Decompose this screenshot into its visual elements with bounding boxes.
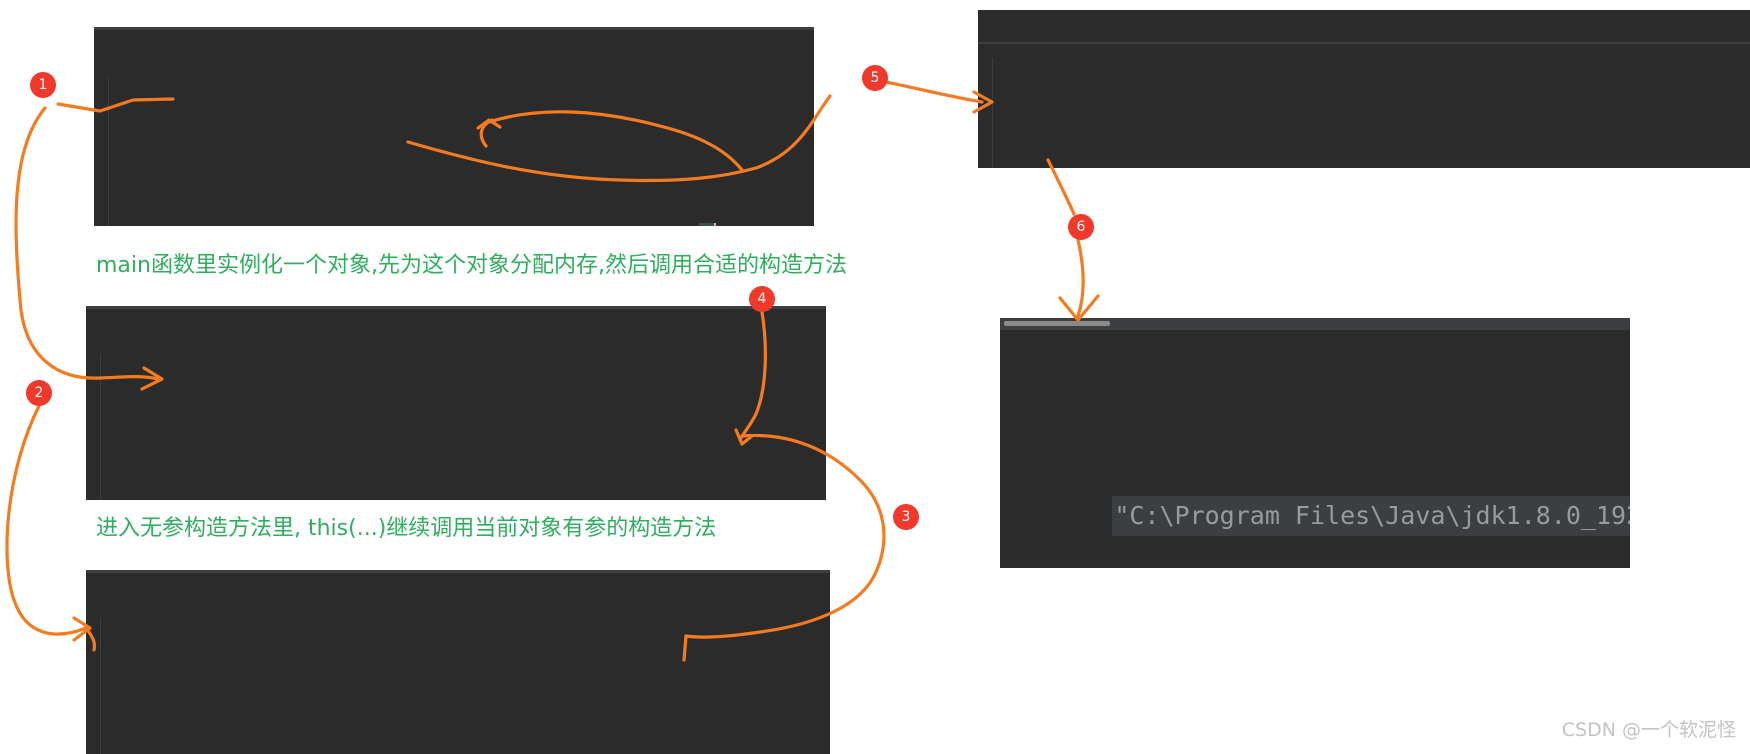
indent-guide	[100, 354, 101, 500]
indent-guide	[100, 618, 101, 754]
code-token: {	[699, 223, 715, 226]
step-badge-2: 2	[26, 380, 52, 406]
arrow-6-upper	[1046, 158, 1076, 216]
editor-top-strip	[86, 570, 830, 573]
step-badge-5: 5	[862, 65, 888, 91]
arrow-6-lower	[1076, 238, 1085, 318]
code-lines-no-arg-constructor: public Date() { this(year: 2022, month: …	[104, 494, 826, 500]
code-token	[714, 223, 717, 226]
annotation-note-1: main函数里实例化一个对象,先为这个对象分配内存,然后调用合适的构造方法	[96, 253, 847, 278]
code-token: void	[323, 223, 398, 226]
arrow-2	[5, 402, 88, 636]
code-token: public	[112, 223, 217, 226]
run-console-panel[interactable]: "C:\Program Files\Java\jdk1.8.0_192\ 不带参…	[1000, 318, 1630, 568]
code-panel-print-date[interactable]: }public void printDate(){ System.out.pri…	[978, 10, 1750, 168]
arrow-5	[884, 80, 984, 104]
step-badge-6: 6	[1068, 214, 1094, 240]
step-badge-4: 4	[749, 286, 775, 312]
console-scroll-bar[interactable]	[1000, 318, 1630, 330]
step-badge-3: 3	[893, 504, 919, 530]
code-token: [] args)	[564, 223, 699, 226]
code-panel-main-method[interactable]: public static void main(String[] args) {…	[94, 27, 814, 226]
code-token: main	[398, 223, 458, 226]
arrow-6-head	[1058, 294, 1100, 322]
code-panel-no-arg-constructor[interactable]: public Date() { this(year: 2022, month: …	[86, 306, 826, 500]
code-lines-main: public static void main(String[] args) {…	[112, 215, 814, 226]
step-badge-1: 1	[30, 72, 56, 98]
code-token: String	[473, 223, 563, 226]
editor-top-strip	[978, 42, 1750, 44]
code-line: public static void main(String[] args) {	[112, 215, 814, 226]
code-token: static	[217, 223, 322, 226]
csdn-watermark: CSDN @一个软泥怪	[1561, 719, 1736, 741]
annotation-note-2: 进入无参构造方法里, this(...)继续调用当前对象有参的构造方法	[96, 516, 717, 541]
screenshot-canvas: public static void main(String[] args) {…	[0, 0, 1750, 754]
editor-top-strip	[86, 306, 826, 309]
console-command-text: "C:\Program Files\Java\jdk1.8.0_192\	[1112, 496, 1630, 536]
code-token: (	[458, 223, 473, 226]
editor-top-strip	[94, 27, 814, 30]
code-line: public Date() {	[104, 494, 826, 500]
indent-guide	[108, 77, 109, 226]
console-scroll-thumb[interactable]	[1004, 321, 1110, 326]
code-panel-parameterized-constructor[interactable]: public Date(int year, int month, int day…	[86, 570, 830, 754]
indent-guide	[992, 58, 993, 168]
console-command-line: "C:\Program Files\Java\jdk1.8.0_192\	[1022, 456, 1630, 568]
